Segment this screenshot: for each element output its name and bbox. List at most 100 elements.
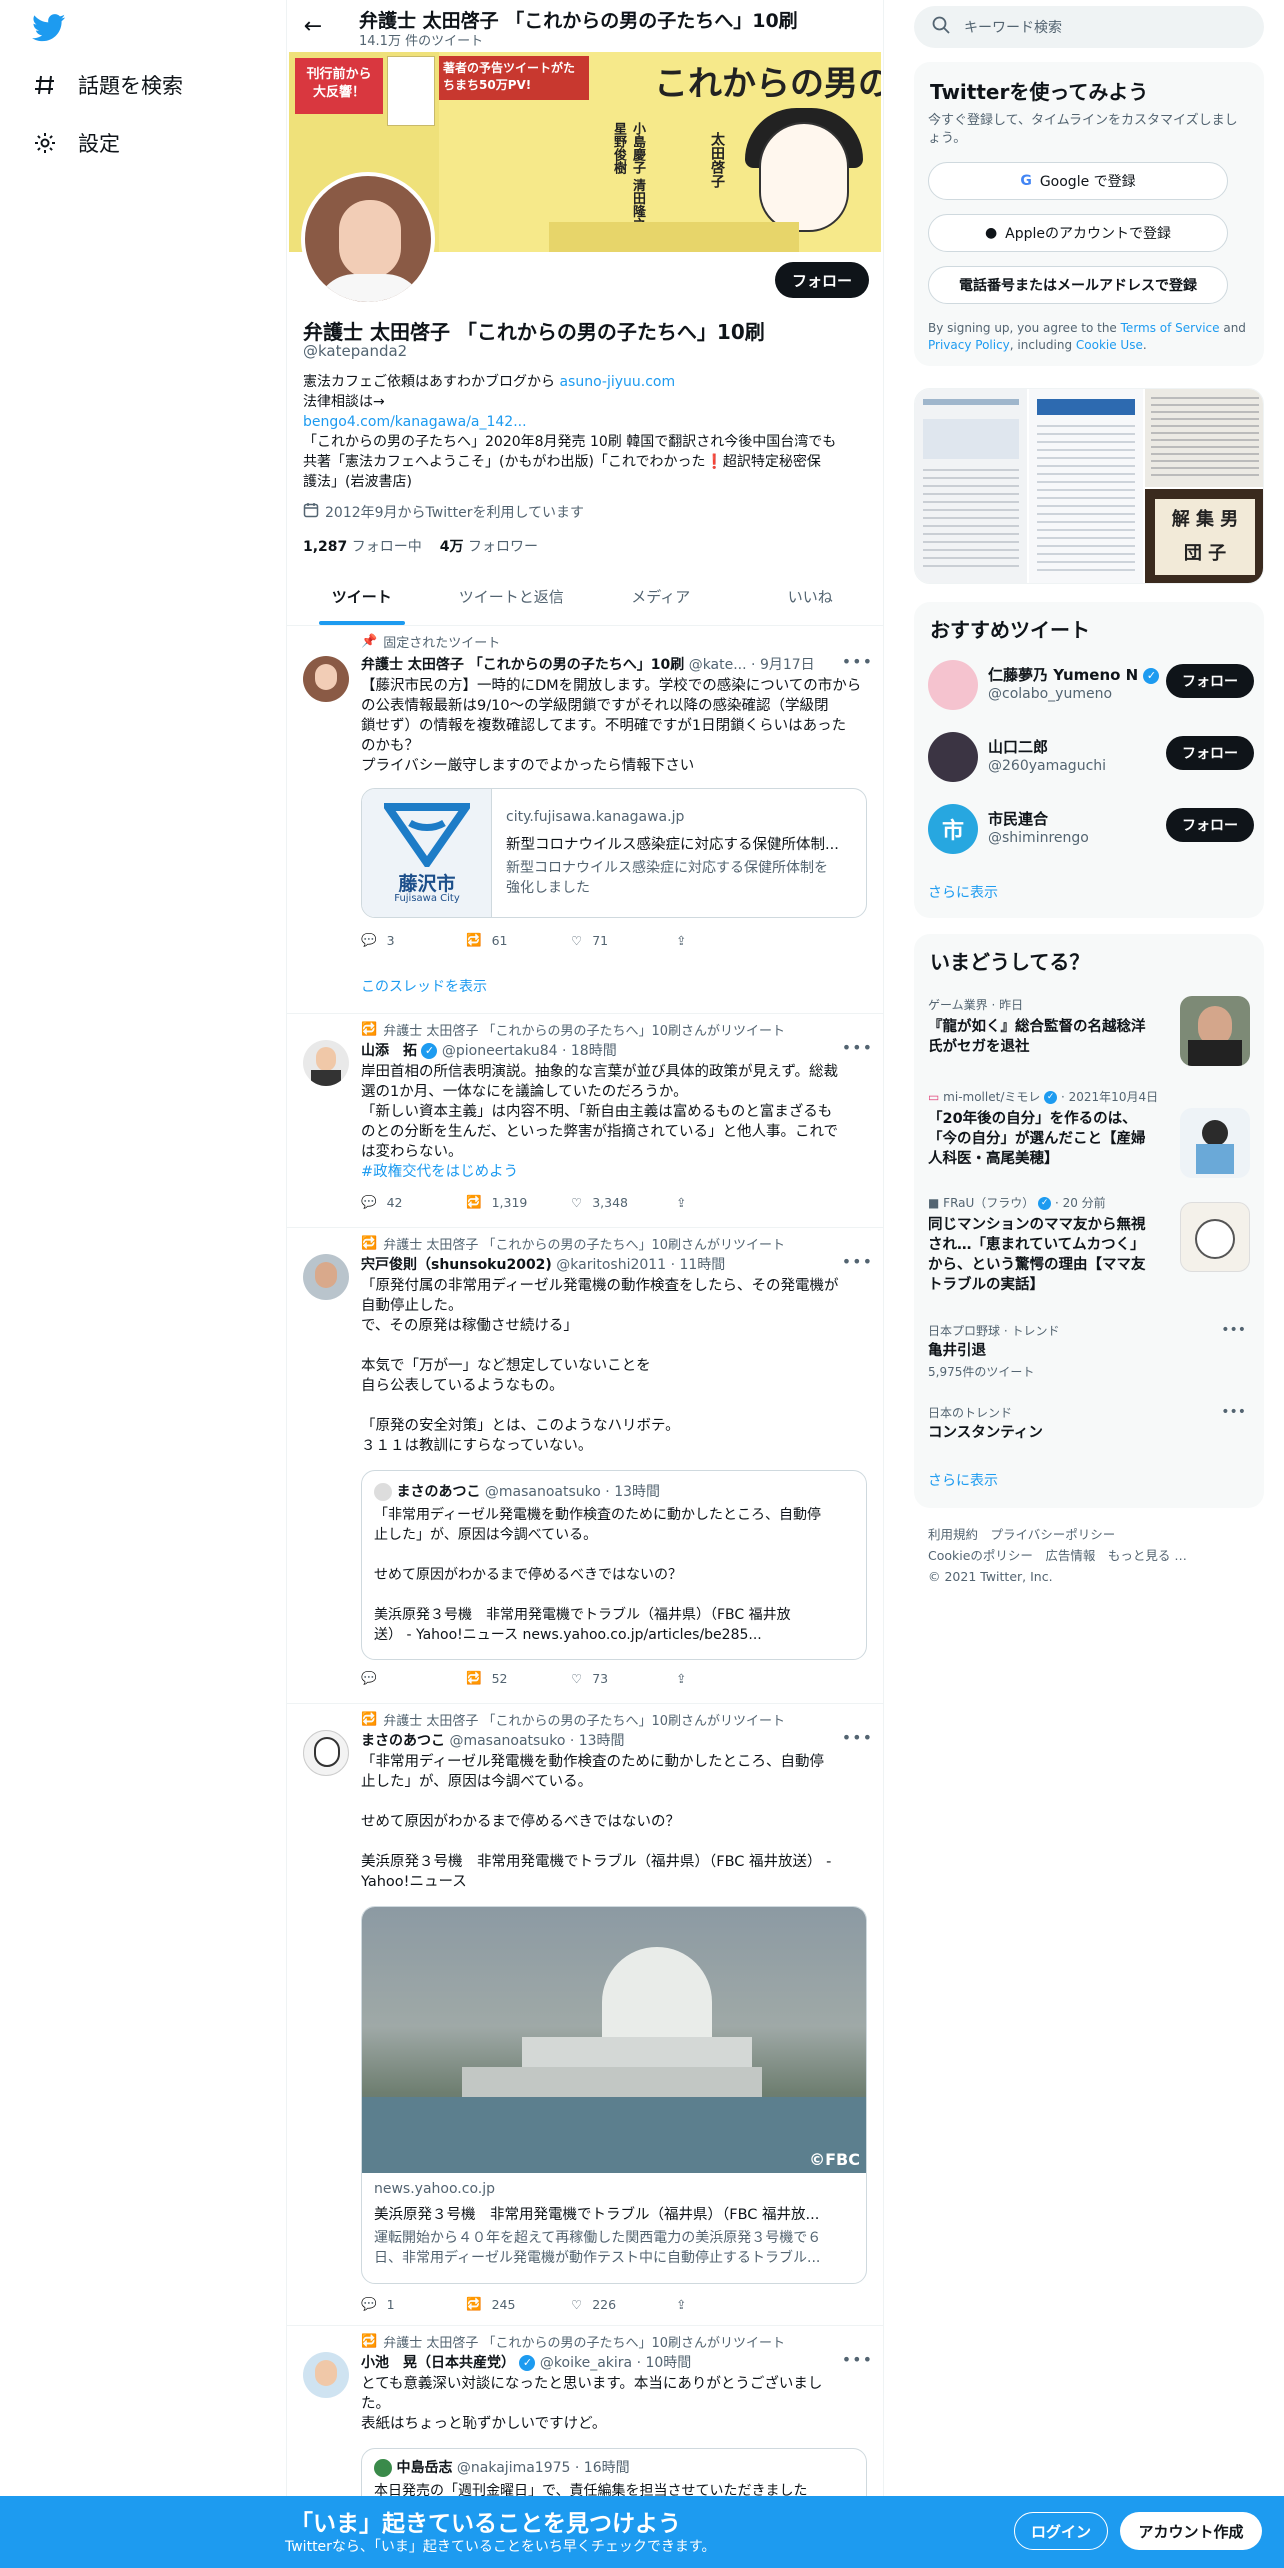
follow-button[interactable]: フォロー (1166, 808, 1254, 842)
tab-tweets-replies[interactable]: ツイートと返信 (437, 568, 587, 625)
tweet[interactable]: 🔁 弁護士 太田啓子 「これからの男の子たちへ」10刷さんがリツイート まさのあつ… (287, 1704, 883, 2326)
share-button[interactable]: ⇪ (676, 1670, 781, 1686)
like-button[interactable]: ♡ 226 (571, 2296, 676, 2312)
retweet-button[interactable]: 🔁 61 (466, 932, 571, 948)
avatar[interactable] (303, 1730, 349, 1776)
link-card[interactable]: ©FBC news.yahoo.co.jp 美浜原発３号機 非常用発電機でトラブ… (361, 1906, 867, 2284)
author-name[interactable]: まさのあつこ (361, 1733, 445, 1749)
trend-item[interactable]: ゲーム業界 · 昨日 『龍が如く』総合監督の名越稔洋 氏がセガを退社 (928, 996, 1250, 1080)
back-arrow-icon[interactable]: ← (297, 10, 329, 42)
reply-button[interactable]: 💬 (361, 1670, 466, 1686)
tweet-time[interactable]: · 11時間 (671, 1257, 726, 1273)
avatar[interactable] (928, 732, 978, 782)
show-more-link[interactable]: さらに表示 (928, 882, 998, 902)
media-thumb[interactable] (1029, 389, 1143, 583)
share-button[interactable]: ⇪ (676, 932, 781, 948)
terms-link[interactable]: Terms of Service (1121, 321, 1220, 335)
tab-media[interactable]: メディア (586, 568, 736, 625)
media-thumb[interactable]: 解 集 男 団 子 (1145, 489, 1263, 583)
tab-tweets[interactable]: ツイート (287, 568, 437, 625)
avatar[interactable] (928, 660, 978, 710)
media-thumb[interactable] (1145, 389, 1263, 487)
trend-item[interactable]: ■ FRaU（フラウ） ✓ · 20 分前 同じマンションのママ友から無視 され…… (928, 1194, 1250, 1324)
google-signup-button[interactable]: G Google で登録 (928, 162, 1228, 200)
footer-line[interactable]: 利用規約 プライバシーポリシー (928, 1524, 1248, 1545)
tweet[interactable]: 📌 固定されたツイート 弁護士 太田啓子 「これからの男の子たちへ」10刷 @k… (287, 626, 883, 1014)
reply-button[interactable]: 💬 42 (361, 1194, 466, 1210)
twitter-logo-icon[interactable] (32, 14, 68, 44)
context-text: 固定されたツイート (383, 636, 501, 651)
like-button[interactable]: ♡ 73 (571, 1670, 676, 1686)
follow-button[interactable]: フォロー (1166, 736, 1254, 770)
author-name[interactable]: 宍戸俊則（shunsoku2002) (361, 1257, 552, 1273)
more-options-icon[interactable]: ••• (842, 2350, 873, 2369)
retweet-icon: 🔁 (361, 1712, 378, 1727)
trend-item[interactable]: 日本プロ野球 · トレンド 亀井引退 5,975件のツイート ••• (928, 1322, 1250, 1392)
more-options-icon[interactable]: ••• (1221, 1322, 1246, 1338)
more-options-icon[interactable]: ••• (842, 1038, 873, 1057)
show-more-link[interactable]: さらに表示 (928, 1470, 998, 1490)
retweet-button[interactable]: 🔁 1,319 (466, 1194, 571, 1210)
following-link[interactable]: 1,287 フォロー中 (303, 536, 422, 556)
tweet-time[interactable]: · 18時間 (562, 1043, 617, 1059)
profile-avatar[interactable] (301, 172, 435, 306)
nav-explore[interactable]: 話題を検索 (32, 70, 183, 100)
author-name[interactable]: 小池 晃（日本共産党） (361, 2355, 515, 2371)
like-button[interactable]: ♡ 3,348 (571, 1194, 676, 1210)
profile-media-grid[interactable]: 解 集 男 団 子 (914, 388, 1264, 584)
avatar[interactable] (303, 1254, 349, 1300)
retweet-button[interactable]: 🔁 52 (466, 1670, 571, 1686)
avatar[interactable]: 市 (928, 804, 978, 854)
reply-button[interactable]: 💬 3 (361, 932, 466, 948)
search-box[interactable]: キーワード検索 (914, 6, 1264, 48)
more-options-icon[interactable]: ••• (842, 652, 873, 671)
follow-button[interactable]: フォロー (775, 262, 869, 298)
follow-button[interactable]: フォロー (1166, 664, 1254, 698)
trend-title: 『龍が如く』総合監督の名越稔洋 氏がセガを退社 (928, 1017, 1168, 1057)
link-card[interactable]: 藤沢市 Fujisawa City city.fujisawa.kanagawa… (361, 788, 867, 918)
more-options-icon[interactable]: ••• (842, 1252, 873, 1271)
followers-link[interactable]: 4万 フォロワー (440, 536, 538, 556)
search-input[interactable]: キーワード検索 (964, 17, 1062, 37)
avatar[interactable] (303, 656, 349, 702)
author-name[interactable]: 山添 拓 (361, 1043, 417, 1059)
login-button[interactable]: ログイン (1014, 2512, 1108, 2550)
trend-title: コンスタンティン (928, 1425, 1043, 1441)
quoted-tweet[interactable]: まさのあつこ @masanoatsuko · 13時間 「非常用ディーゼル発電機… (361, 1470, 867, 1660)
recommended-user[interactable]: 山口二郎 @260yamaguchi フォロー (928, 730, 1254, 788)
hashtag-link[interactable]: #政権交代をはじめよう (361, 1162, 867, 1182)
tweet-time[interactable]: · 13時間 (570, 1733, 625, 1749)
signup-button[interactable]: アカウント作成 (1120, 2512, 1262, 2550)
trend-item[interactable]: ▭ mi-mollet/ミモレ ✓ · 2021年10月4日 「20年後の自分」… (928, 1088, 1250, 1200)
recommended-user[interactable]: 仁藤夢乃 Yumeno N ✓ @colabo_yumeno フォロー (928, 658, 1254, 716)
media-thumb[interactable] (915, 389, 1027, 583)
tweet[interactable]: 🔁 弁護士 太田啓子 「これからの男の子たちへ」10刷さんがリツイート 宍戸俊則（… (287, 1228, 883, 1704)
tweet[interactable]: 🔁 弁護士 太田啓子 「これからの男の子たちへ」10刷さんがリツイート 山添 拓 … (287, 1014, 883, 1228)
share-button[interactable]: ⇪ (676, 2296, 781, 2312)
like-button[interactable]: ♡ 71 (571, 932, 676, 948)
bio-link-bengo4[interactable]: bengo4.com/kanagawa/a_142... (303, 412, 869, 432)
footer-line[interactable]: Cookieのポリシー 広告情報 もっと見る … (928, 1545, 1248, 1566)
author-name[interactable]: 弁護士 太田啓子 「これからの男の子たちへ」10刷 (361, 657, 684, 673)
show-thread-link[interactable]: このスレッドを表示 (361, 976, 487, 996)
avatar[interactable] (303, 1040, 349, 1086)
recommended-user[interactable]: 市 市民連合 @shiminrengo フォロー (928, 802, 1254, 860)
cookie-link[interactable]: Cookie Use (1076, 338, 1143, 352)
quoted-line (374, 1585, 854, 1605)
nav-settings[interactable]: 設定 (32, 128, 120, 158)
more-options-icon[interactable]: ••• (1221, 1404, 1246, 1420)
tweet-time[interactable]: · 9月17日 (751, 657, 815, 673)
privacy-link[interactable]: Privacy Policy (928, 338, 1010, 352)
tweet-time[interactable]: · 10時間 (637, 2355, 692, 2371)
tab-likes[interactable]: いいね (736, 568, 884, 625)
retweet-button[interactable]: 🔁 245 (466, 2296, 571, 2312)
share-button[interactable]: ⇪ (676, 1194, 781, 1210)
avatar[interactable] (303, 2352, 349, 2398)
more-options-icon[interactable]: ••• (842, 1728, 873, 1747)
reply-button[interactable]: 💬 1 (361, 2296, 466, 2312)
trend-item[interactable]: 日本のトレンド コンスタンティン ••• (928, 1404, 1250, 1454)
reply-count: 42 (386, 1194, 403, 1210)
apple-signup-button[interactable]: ● Appleのアカウントで登録 (928, 214, 1228, 252)
bio-link-asuno[interactable]: asuno-jiyuu.com (559, 374, 675, 390)
phone-email-signup-button[interactable]: 電話番号またはメールアドレスで登録 (928, 266, 1228, 304)
